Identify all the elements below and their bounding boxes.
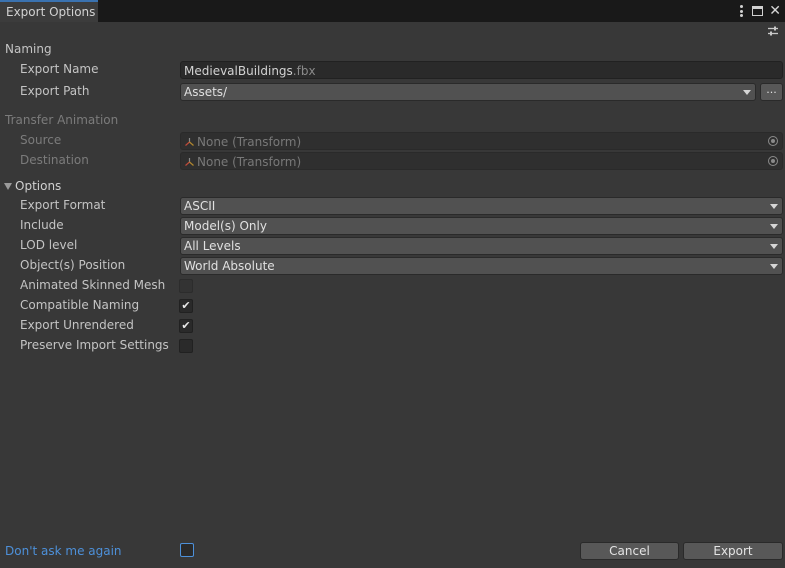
window-title: Export Options	[6, 5, 96, 19]
export-format-row: Export Format ASCII	[0, 196, 785, 216]
include-row: Include Model(s) Only	[0, 216, 785, 236]
chevron-down-icon	[770, 224, 778, 229]
include-value: Model(s) Only	[184, 219, 267, 233]
close-icon[interactable]: ✕	[769, 4, 781, 18]
source-value: None (Transform)	[197, 135, 302, 149]
chevron-down-icon	[770, 244, 778, 249]
destination-value: None (Transform)	[197, 155, 302, 169]
compatible-naming-row: Compatible Naming ✔	[0, 296, 785, 316]
options-section-label: Options	[15, 179, 62, 193]
export-name-value: MedievalBuildings	[184, 64, 293, 78]
destination-row: Destination None (Transform)	[0, 151, 785, 171]
source-object-field[interactable]: None (Transform)	[180, 132, 783, 150]
preserve-import-settings-checkbox[interactable]	[179, 339, 193, 353]
lod-level-label: LOD level	[20, 238, 78, 252]
export-path-row: Export Path Assets/ ...	[0, 82, 785, 102]
chevron-down-icon	[743, 90, 751, 95]
export-format-label: Export Format	[20, 198, 106, 212]
browse-path-button[interactable]: ...	[760, 83, 783, 101]
export-path-dropdown[interactable]: Assets/	[180, 83, 756, 101]
export-format-dropdown[interactable]: ASCII	[180, 197, 783, 215]
window-tab[interactable]: Export Options	[0, 0, 98, 22]
include-dropdown[interactable]: Model(s) Only	[180, 217, 783, 235]
chevron-down-icon	[770, 264, 778, 269]
naming-section-header: Naming	[0, 40, 785, 60]
object-picker-icon[interactable]	[768, 156, 778, 166]
export-path-value: Assets/	[184, 85, 228, 99]
transfer-animation-section-label: Transfer Animation	[5, 113, 119, 127]
source-label: Source	[20, 133, 62, 147]
window-controls: ✕	[736, 2, 781, 20]
compatible-naming-checkbox[interactable]: ✔	[179, 299, 193, 313]
object-position-row: Object(s) Position World Absolute	[0, 256, 785, 276]
object-position-dropdown[interactable]: World Absolute	[180, 257, 783, 275]
export-unrendered-checkbox[interactable]: ✔	[179, 319, 193, 333]
transform-icon	[185, 158, 194, 166]
preserve-import-settings-row: Preserve Import Settings	[0, 336, 785, 356]
animated-skinned-mesh-label: Animated Skinned Mesh	[20, 278, 166, 292]
foldout-expanded-icon[interactable]	[4, 183, 12, 190]
compatible-naming-label: Compatible Naming	[20, 298, 140, 312]
dont-ask-again-label[interactable]: Don't ask me again	[5, 544, 122, 558]
transfer-animation-section-header: Transfer Animation	[0, 111, 785, 131]
preserve-import-settings-label: Preserve Import Settings	[20, 338, 169, 352]
options-foldout[interactable]: Options	[0, 177, 785, 197]
lod-level-dropdown[interactable]: All Levels	[180, 237, 783, 255]
title-bar: Export Options ✕	[0, 0, 785, 22]
kebab-menu-icon[interactable]	[736, 4, 746, 18]
export-button[interactable]: Export	[683, 542, 783, 560]
export-name-row: Export Name MedievalBuildings.fbx	[0, 60, 785, 80]
lod-level-value: All Levels	[184, 239, 241, 253]
object-position-value: World Absolute	[184, 259, 275, 273]
export-format-value: ASCII	[184, 199, 216, 213]
maximize-icon[interactable]	[752, 6, 764, 16]
dont-ask-again-checkbox[interactable]	[180, 543, 194, 557]
cancel-button[interactable]: Cancel	[580, 542, 679, 560]
destination-label: Destination	[20, 153, 89, 167]
export-name-extension: .fbx	[292, 64, 316, 78]
chevron-down-icon	[770, 204, 778, 209]
export-name-label: Export Name	[20, 62, 99, 76]
lod-level-row: LOD level All Levels	[0, 236, 785, 256]
source-row: Source None (Transform)	[0, 131, 785, 151]
transform-icon	[185, 138, 194, 146]
animated-skinned-mesh-row: Animated Skinned Mesh	[0, 276, 785, 296]
animated-skinned-mesh-checkbox[interactable]	[179, 279, 193, 293]
presets-icon[interactable]	[767, 25, 779, 37]
naming-section-label: Naming	[5, 42, 52, 56]
export-name-input[interactable]: MedievalBuildings.fbx	[180, 61, 783, 79]
export-unrendered-label: Export Unrendered	[20, 318, 134, 332]
export-unrendered-row: Export Unrendered ✔	[0, 316, 785, 336]
export-path-label: Export Path	[20, 84, 90, 98]
destination-object-field[interactable]: None (Transform)	[180, 152, 783, 170]
object-picker-icon[interactable]	[768, 136, 778, 146]
include-label: Include	[20, 218, 64, 232]
object-position-label: Object(s) Position	[20, 258, 126, 272]
